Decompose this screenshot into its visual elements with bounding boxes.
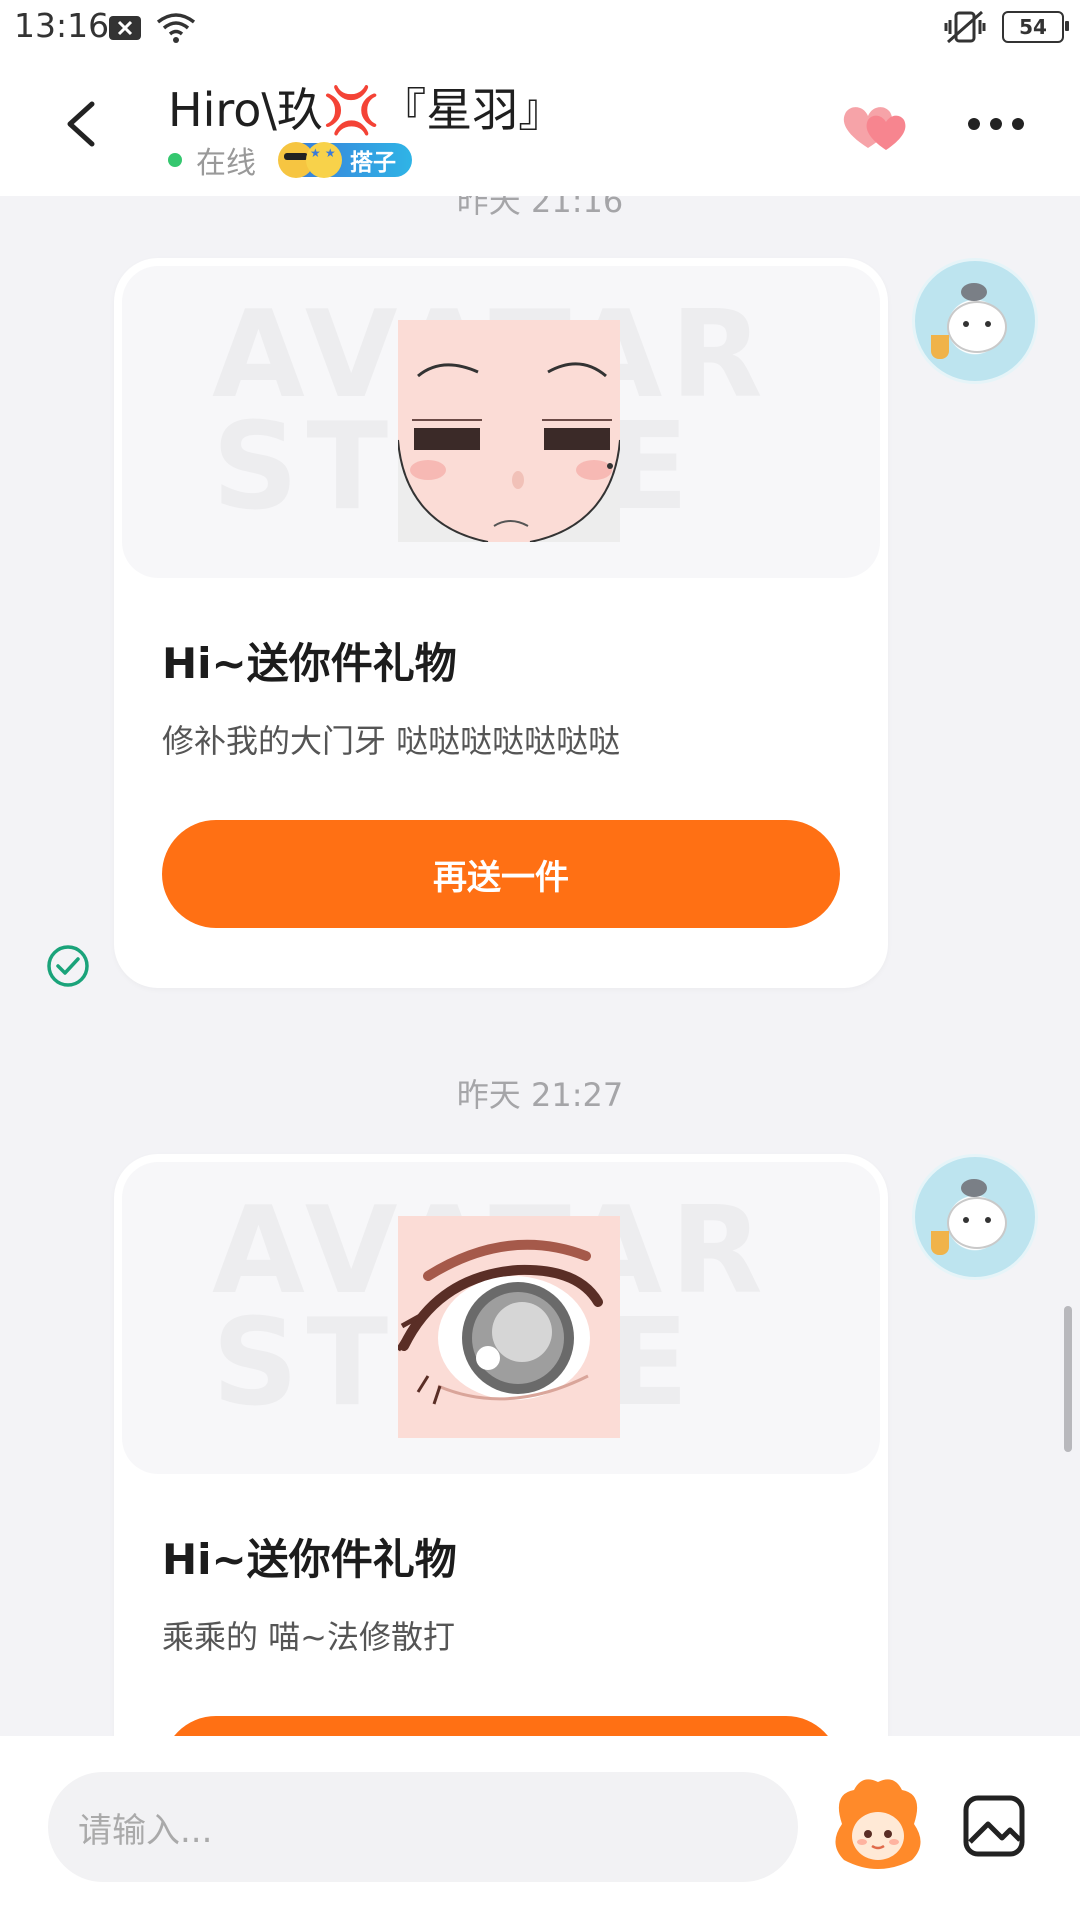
- status-bar: 13:16 54: [0, 0, 1080, 60]
- gift-message: 乘乘的 喵~法修散打: [162, 1618, 455, 1656]
- wifi-icon: [156, 13, 196, 43]
- face-closed-eyes-image: [398, 320, 620, 542]
- gift-title: Hi~送你件礼物: [162, 639, 457, 688]
- mascot-sticker-icon[interactable]: [832, 1774, 924, 1878]
- battery-icon: 54: [1002, 11, 1069, 43]
- read-check-icon: [47, 945, 89, 987]
- online-status: 在线 搭子: [168, 138, 412, 182]
- relationship-badge[interactable]: 搭子: [278, 142, 412, 178]
- gift-image-area: AVATAR STORE: [122, 1162, 880, 1474]
- anime-eye-image: [398, 1216, 620, 1438]
- gift-image-area: AVATAR STORE: [122, 266, 880, 578]
- gift-title: Hi~送你件礼物: [162, 1535, 457, 1584]
- message-input[interactable]: 请输入...: [48, 1772, 798, 1882]
- battery-level: 54: [1019, 15, 1047, 39]
- input-bar: 请输入...: [0, 1736, 1080, 1920]
- back-arrow-icon[interactable]: [56, 94, 106, 154]
- online-dot: [168, 153, 182, 167]
- notification-x-icon: [109, 16, 141, 40]
- gift-message: 修补我的大门牙 哒哒哒哒哒哒哒: [162, 722, 621, 760]
- star-eyes-emoji-icon: [306, 142, 342, 178]
- status-time: 13:16: [14, 6, 110, 45]
- user-avatar[interactable]: [912, 258, 1038, 384]
- hearts-icon[interactable]: [838, 98, 918, 158]
- chat-title[interactable]: Hiro\玖💢『星羽』: [168, 74, 564, 140]
- chat-header: Hiro\玖💢『星羽』 在线 搭子: [0, 60, 1080, 196]
- message-timestamp: 昨天 21:27: [456, 1076, 624, 1114]
- online-label: 在线: [196, 146, 256, 181]
- vibrate-icon: [944, 10, 986, 44]
- badge-label: 搭子: [350, 150, 396, 176]
- image-picker-icon[interactable]: [962, 1794, 1026, 1858]
- send-again-button[interactable]: 再送一件: [162, 820, 840, 928]
- scrollbar[interactable]: [1064, 1306, 1072, 1452]
- user-avatar[interactable]: [912, 1154, 1038, 1280]
- more-icon[interactable]: [968, 118, 1024, 130]
- gift-card: AVATAR STORE Hi~送你件礼物 修补我的大门牙 哒哒哒哒哒哒哒 再送…: [114, 258, 888, 988]
